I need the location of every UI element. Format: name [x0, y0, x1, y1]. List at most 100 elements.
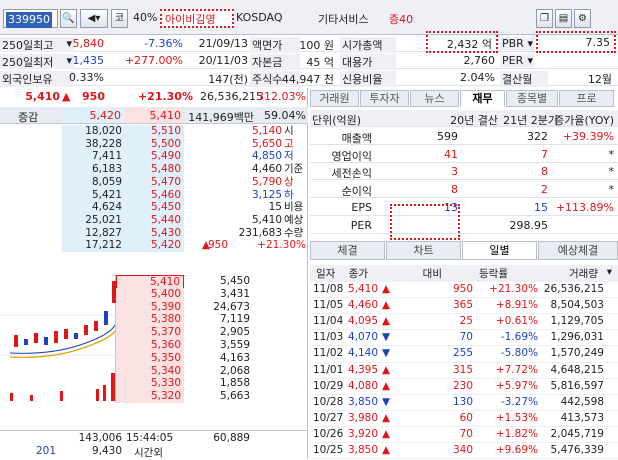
- dropdown-icon: ▾: [66, 37, 72, 50]
- fin-2020: 41: [444, 147, 458, 161]
- pbr-label[interactable]: PBR ▾: [500, 37, 534, 50]
- ask-row[interactable]: 8,059 5,470 5,790 상: [0, 175, 308, 189]
- credit-ratio-label: 신용비율: [340, 71, 396, 87]
- daily-close: 4,395: [347, 363, 378, 376]
- ask-row[interactable]: 5,421 5,460 3,125 하: [0, 188, 308, 202]
- face-label: 액면가: [250, 37, 300, 53]
- stock-name[interactable]: 아이비김영: [160, 9, 234, 28]
- ask-row[interactable]: 4,624 5,450 15 비용: [0, 201, 308, 214]
- daily-diff: 70: [459, 427, 473, 440]
- subtab-3[interactable]: 예상체결: [538, 241, 618, 260]
- ask-row[interactable]: 18,020 5,510 5,140 시: [0, 125, 308, 138]
- daily-date: 11/02: [313, 347, 344, 360]
- daily-date: 11/01: [313, 363, 344, 376]
- daily-diff: 365: [452, 299, 473, 312]
- daily-row[interactable]: 10/27 3,980 ▲ 60 +1.53% 413,573: [310, 411, 618, 427]
- daily-row[interactable]: 11/04 4,095 ▲ 25 +0.61% 1,129,705: [310, 314, 618, 331]
- bid-volume: 1,858: [219, 377, 250, 390]
- tab-1[interactable]: 투자자: [360, 90, 409, 107]
- ask-price: 5,440: [124, 213, 184, 227]
- volume-bar: [96, 389, 99, 401]
- daily-row[interactable]: 10/28 3,850 ▼ 130 -3.27% 442,598: [310, 395, 618, 411]
- bid-volume: 7,119: [219, 313, 250, 326]
- daily-close: 4,070: [347, 331, 378, 344]
- daily-date: 11/08: [313, 283, 344, 295]
- fin-2021: 298.95: [509, 218, 549, 232]
- candle: [112, 281, 116, 303]
- ask-volume: 8,059: [91, 175, 122, 188]
- ask-row[interactable]: 25,021 5,440 5,410 예상: [0, 213, 308, 227]
- main-tabs: 거래원 투자자 뉴스 재무 종목별 프로: [310, 88, 618, 108]
- subtab-1[interactable]: 차트: [386, 241, 461, 260]
- per-label[interactable]: PER ▾: [500, 54, 534, 67]
- fin-2020: 8: [451, 183, 458, 197]
- price-change-pct: +21.30%: [137, 90, 193, 103]
- foreign-hold-ratio: 0.33%: [69, 71, 104, 84]
- window-button-2[interactable]: ▤: [555, 9, 572, 28]
- daily-row[interactable]: 11/03 4,070 ▼ 70 -1.69% 1,296,031: [310, 330, 618, 347]
- daily-row[interactable]: 10/26 3,920 ▲ 70 +1.82% 2,045,719: [310, 427, 618, 444]
- daily-row[interactable]: 10/29 4,080 ▲ 230 +5.97% 5,816,597: [310, 379, 618, 395]
- daily-row[interactable]: 11/08 5,410 ▲ 950 +21.30% 26,536,215: [310, 282, 618, 299]
- fin-row: 순이익 8 2 *: [310, 181, 618, 199]
- quote-time: 15:44:05: [126, 432, 174, 444]
- market-badge[interactable]: 코: [111, 9, 128, 28]
- tab-3[interactable]: 재무: [460, 90, 505, 107]
- daily-volume: 2,045,719: [550, 427, 604, 440]
- tab-4[interactable]: 종목별: [506, 90, 558, 107]
- stock-code-input[interactable]: 339950: [3, 9, 58, 28]
- ask-row[interactable]: 6,183 5,480 4,460 기준: [0, 163, 308, 176]
- daily-rate: +0.61%: [495, 315, 538, 328]
- mini-chart[interactable]: [0, 275, 116, 403]
- daily-arrow-icon: ▼: [382, 347, 391, 360]
- settings-button[interactable]: ⚙: [574, 9, 591, 28]
- subtab-0[interactable]: 체결: [310, 241, 385, 260]
- order-book-header: 증감 5,420 5,410 141,969백만 59.04%: [0, 107, 308, 124]
- daily-header: 거래량: [569, 268, 598, 280]
- daily-row[interactable]: 11/05 4,460 ▲ 365 +8.91% 8,504,503: [310, 298, 618, 315]
- low-250-label[interactable]: 250일최저 ▾: [0, 54, 74, 69]
- ask-price: 5,470: [124, 175, 184, 189]
- bid-price: 5,380: [116, 313, 184, 327]
- dropdown-icon[interactable]: ▾: [607, 266, 612, 278]
- volume: 26,536,215: [200, 90, 263, 103]
- side-label: 수량: [284, 226, 304, 239]
- fin-2021: 8: [541, 165, 548, 179]
- tab-0[interactable]: 거래원: [310, 90, 359, 107]
- dropdown-icon: ▾: [527, 54, 533, 67]
- tab-2[interactable]: 뉴스: [410, 90, 459, 107]
- daily-row[interactable]: 11/02 4,140 ▼ 255 -5.80% 1,570,249: [310, 346, 618, 363]
- ask-area: 18,020 5,510 5,140 시 38,228 5,500 5,650 고 7,411 5…: [0, 125, 308, 252]
- subtab-2[interactable]: 일별: [462, 241, 537, 260]
- ask-row[interactable]: 7,411 5,490 4,850 저: [0, 150, 308, 164]
- high-250-label[interactable]: 250일최고 ▾: [0, 37, 74, 52]
- gear-icon: ⚙: [578, 13, 587, 24]
- side-label: 상: [284, 175, 294, 188]
- daily-volume: 1,296,031: [550, 331, 604, 344]
- fin-header: 20년 결산: [450, 114, 498, 127]
- search-button[interactable]: 🔍: [60, 9, 77, 28]
- fin-row: 매출액 599 322 +39.39%: [310, 128, 618, 145]
- daily-row[interactable]: 10/25 3,850 ▲ 340 +9.69% 5,476,339: [310, 443, 618, 460]
- side-value: 4,460: [251, 163, 282, 176]
- sound-button[interactable]: ◀▾: [80, 9, 108, 28]
- daily-diff: 60: [459, 411, 473, 424]
- daily-arrow-icon: ▲: [382, 411, 391, 424]
- ask-row[interactable]: 38,228 5,500 5,650 고: [0, 137, 308, 151]
- margin-pct: 40%: [133, 11, 158, 24]
- ask-row[interactable]: 17,212 5,420 ▲ 950 +21.30%: [0, 239, 308, 252]
- bid-total: 60,889: [213, 432, 250, 444]
- daily-rate: +1.53%: [495, 411, 538, 424]
- daily-date: 11/03: [313, 331, 344, 344]
- best-bid: 5,410: [124, 107, 184, 123]
- bid-price: 5,320: [116, 390, 184, 403]
- window-button-1[interactable]: ❐: [536, 9, 553, 28]
- fin-label: 매출액: [341, 131, 372, 145]
- daily-row[interactable]: 11/01 4,395 ▲ 315 +7.72% 4,648,215: [310, 363, 618, 379]
- ask-volume: 25,021: [85, 213, 122, 226]
- ask-row[interactable]: 12,827 5,430 231,683 수량: [0, 226, 308, 240]
- side-label: 고: [284, 137, 294, 150]
- tab-5[interactable]: 프로: [559, 90, 614, 107]
- right-panel: 거래원 투자자 뉴스 재무 종목별 프로 단위(억원) 20년 결산 21년 2분기 증가율(Y…: [310, 88, 618, 460]
- candle: [64, 329, 68, 339]
